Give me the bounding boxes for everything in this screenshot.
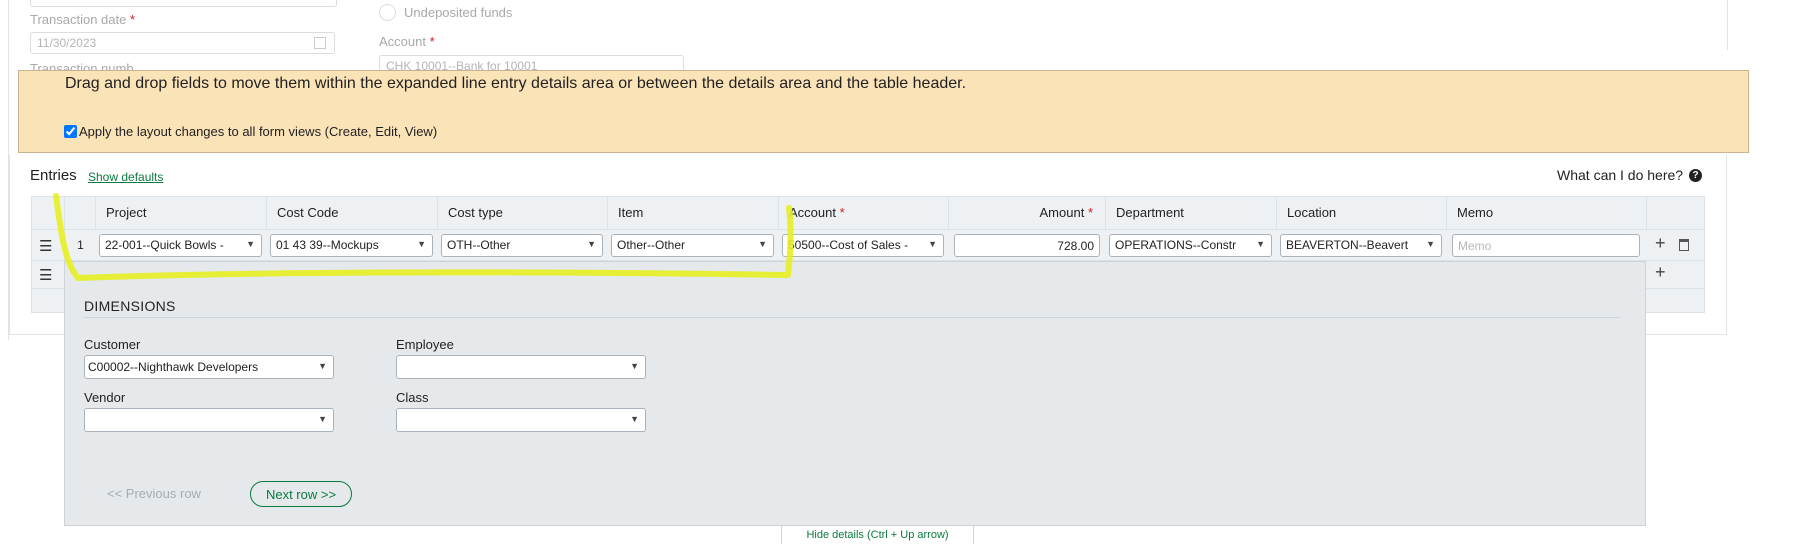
highlight-annotation	[53, 193, 794, 281]
